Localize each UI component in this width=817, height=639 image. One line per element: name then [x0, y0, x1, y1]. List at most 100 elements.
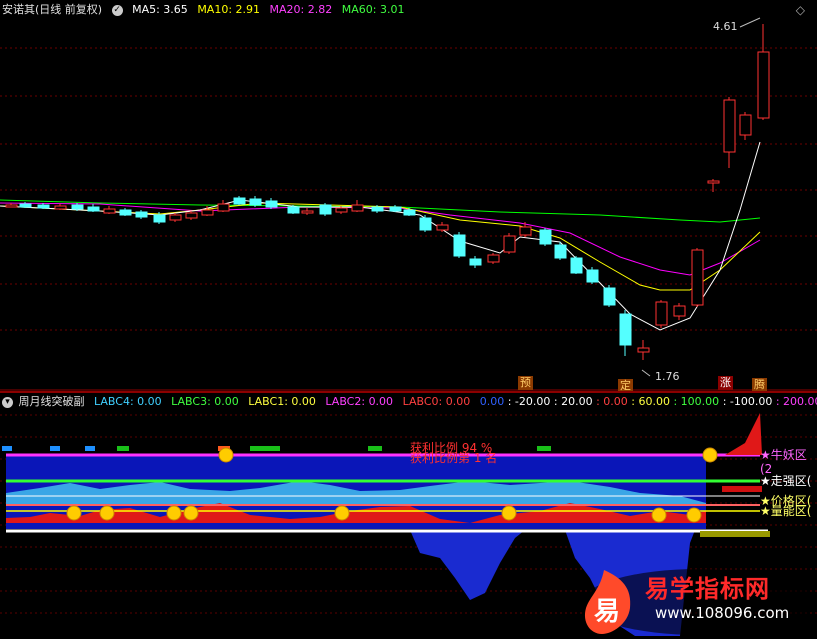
ma20-line — [0, 202, 761, 276]
candle-body — [453, 234, 466, 257]
value-6: : 100.00 — [673, 395, 720, 408]
blue-trough-1 — [410, 530, 525, 600]
candle-body — [135, 211, 148, 218]
candle-body — [169, 214, 182, 221]
candle-body — [217, 203, 230, 212]
value-8: : 200.00 — [775, 395, 817, 408]
zone-strong-label: 走强区( — [770, 474, 812, 488]
logo-char: 易 — [594, 597, 620, 627]
logo-site-url: www.108096.com — [655, 604, 790, 622]
smiley-icon — [501, 505, 517, 521]
candle-body — [249, 198, 262, 206]
candle-body — [723, 99, 736, 153]
candle-body — [5, 204, 18, 208]
candle-body — [739, 114, 752, 136]
collapse-icon[interactable]: ✓ — [111, 4, 123, 16]
candle-body — [319, 204, 332, 215]
olive-block — [700, 531, 770, 537]
candle-body — [153, 214, 166, 223]
smiley-icon — [651, 507, 667, 523]
main-chart-panel[interactable]: 安诺其(日线 前复权) ✓ MA5: 3.65 MA10: 2.91 MA20:… — [0, 0, 817, 393]
candle-body — [185, 212, 198, 219]
candle-body — [287, 206, 300, 214]
smiley-icon — [702, 447, 718, 463]
collapse-icon[interactable]: ▾ — [2, 396, 13, 408]
candle-body — [757, 51, 770, 119]
value-4: : 0.00 — [596, 395, 628, 408]
candle-body — [436, 224, 449, 231]
labc2-label: LABC2: 0.00 — [325, 395, 394, 408]
candle-body — [54, 205, 67, 210]
value-3: : 20.00 — [553, 395, 593, 408]
value-2: : -20.00 — [507, 395, 551, 408]
candle-body — [389, 206, 402, 212]
candle-body — [570, 257, 583, 274]
candle-body — [37, 204, 50, 209]
value-5: : 60.00 — [631, 395, 670, 408]
signal-zhang: 涨 — [718, 376, 733, 390]
candle-body — [371, 206, 384, 212]
high-pointer — [739, 17, 761, 28]
high-price-label: 4.61 — [713, 20, 738, 33]
value-7: : -100.00 — [722, 395, 773, 408]
labc4-label: LABC4: 0.00 — [94, 395, 162, 408]
window-control-icon[interactable]: ◇ — [796, 3, 805, 17]
smiley-icon — [166, 505, 182, 521]
candle-body — [103, 208, 116, 214]
candle-body — [301, 210, 314, 214]
tick-block — [250, 446, 280, 451]
candle-body — [71, 204, 84, 210]
signal-teng: 腾 — [752, 378, 767, 392]
low-price-label: 1.76 — [655, 370, 680, 383]
red-spike — [725, 413, 762, 455]
candle-body — [637, 347, 650, 353]
logo-site-name: 易学指标网 — [645, 575, 770, 603]
smiley-icon — [183, 505, 199, 521]
candle-body — [603, 287, 616, 306]
low-pointer — [641, 369, 651, 377]
zone-bull: ★牛妖区(2 — [760, 448, 807, 476]
tick-block — [2, 446, 12, 451]
candle-body — [487, 254, 500, 263]
candle-body — [119, 209, 132, 216]
ma5-label: MA5: 3.65 — [132, 3, 188, 16]
tick-block — [537, 446, 551, 451]
candle-body — [419, 217, 432, 231]
candle-body — [707, 180, 720, 184]
value-1: 0.00 — [479, 395, 505, 408]
main-header: 安诺其(日线 前复权) ✓ MA5: 3.65 MA10: 2.91 MA20:… — [2, 2, 410, 18]
ma60-label: MA60: 3.01 — [341, 3, 405, 16]
zone-bull-label: 牛妖区(2 — [760, 448, 807, 476]
candle-body — [201, 209, 214, 216]
candle-body — [351, 204, 364, 212]
smiley-icon — [686, 507, 702, 523]
candle-body — [655, 301, 668, 326]
labc1-label: LABC1: 0.00 — [248, 395, 316, 408]
candle-body — [691, 249, 704, 306]
candle-body — [265, 200, 278, 208]
candle-body — [554, 244, 567, 259]
sub-header: ▾ 周月线突破副 LABC4: 0.00 LABC3: 0.00 LABC1: … — [2, 394, 817, 410]
smiley-icon — [218, 447, 234, 463]
candle-body — [586, 269, 599, 283]
candle-body — [19, 203, 32, 208]
smiley-icon — [99, 505, 115, 521]
zone-volume: ★量能区( — [760, 504, 812, 518]
candle-body — [619, 313, 632, 346]
candle-body — [503, 235, 516, 253]
tick-block — [50, 446, 60, 451]
red-block — [722, 486, 762, 492]
candle-body — [87, 206, 100, 212]
indicator-name[interactable]: 周月线突破副 — [19, 395, 85, 408]
profit-rank-text: 获利比例第 1 名 — [410, 451, 498, 465]
ma20-label: MA20: 2.82 — [269, 3, 333, 16]
candle-body — [233, 197, 246, 205]
labc3-label: LABC3: 0.00 — [171, 395, 239, 408]
tick-block — [117, 446, 129, 451]
smiley-icon — [66, 505, 82, 521]
stock-title[interactable]: 安诺其(日线 前复权) — [2, 3, 102, 16]
candle-body — [539, 229, 552, 245]
signal-yu: 预 — [518, 376, 533, 390]
kline-chart[interactable] — [0, 0, 817, 392]
tick-block — [85, 446, 95, 451]
